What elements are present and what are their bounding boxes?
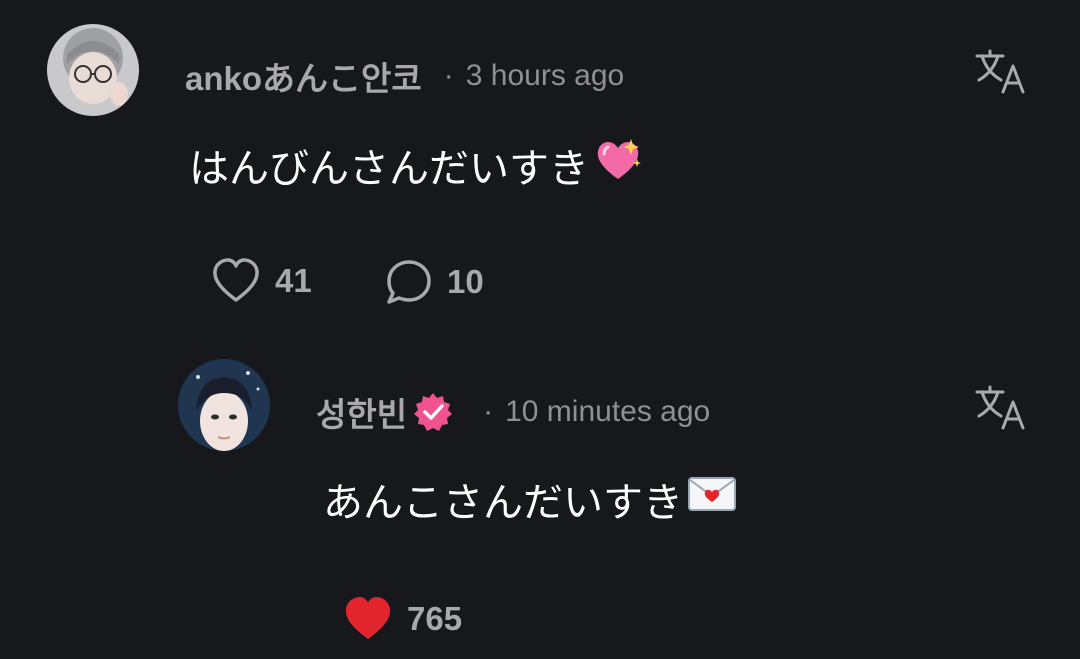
comment-bubble-icon <box>387 260 431 304</box>
translate-icon[interactable] <box>973 48 1027 94</box>
timestamp: · 10 minutes ago <box>483 395 710 429</box>
username[interactable]: 성한빈 <box>316 388 407 436</box>
comment-text-content: はんびんさんだいすき <box>189 147 589 191</box>
reply-text-content: あんこさんだいすき <box>323 481 683 525</box>
like-count: 765 <box>407 600 463 637</box>
reply-button[interactable]: 10 <box>385 258 484 306</box>
sparkling-heart-icon <box>593 137 643 193</box>
comment-text: はんびんさんだいすき <box>189 136 643 194</box>
love-letter-icon <box>687 474 737 524</box>
like-button[interactable]: 41 <box>211 258 312 304</box>
like-count: 41 <box>275 262 312 299</box>
reply-header: 성한빈 · 10 minutes ago <box>316 388 710 436</box>
timestamp: · 3 hours ago <box>444 59 624 93</box>
separator-dot: · <box>483 395 494 428</box>
avatar-image <box>178 359 270 451</box>
avatar[interactable] <box>178 359 270 451</box>
avatar[interactable] <box>47 24 139 116</box>
comment-thread: ankoあんこ안코 · 3 hours ago はんびんさんだいすき 41 10… <box>0 0 1080 659</box>
username[interactable]: ankoあんこ안코 <box>185 52 422 100</box>
timestamp-text: 10 minutes ago <box>505 395 711 428</box>
comment-header: ankoあんこ안코 · 3 hours ago <box>185 52 624 100</box>
reply-count: 10 <box>447 263 484 300</box>
separator-dot: · <box>443 59 454 92</box>
translate-icon[interactable] <box>973 384 1027 430</box>
verified-badge-icon <box>413 392 453 432</box>
heart-outline-icon <box>213 258 259 302</box>
avatar-image <box>47 24 139 116</box>
timestamp-text: 3 hours ago <box>465 59 625 92</box>
reply-text: あんこさんだいすき <box>323 470 737 528</box>
like-button[interactable]: 765 <box>343 596 462 642</box>
heart-filled-icon <box>345 597 391 639</box>
